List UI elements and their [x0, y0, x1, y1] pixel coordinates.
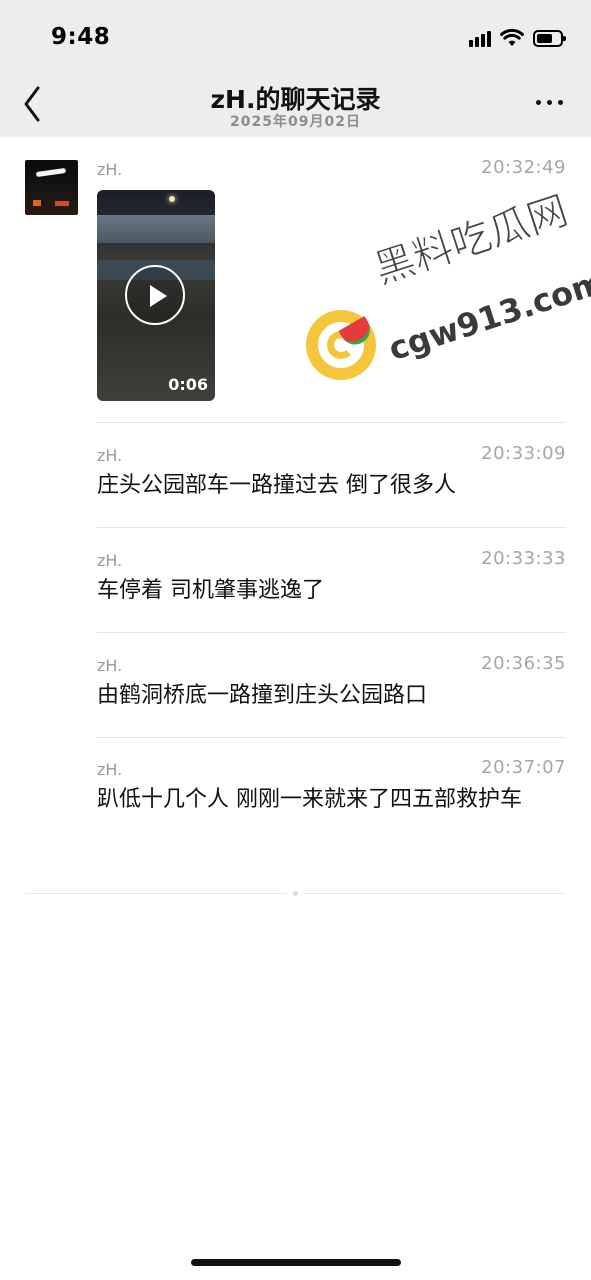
header-area: 9:48 zH.的聊天记录 2025年09月02日: [0, 0, 591, 137]
message-text: 庄头公园部车一路撞过去 倒了很多人: [97, 473, 456, 498]
message-time: 20:37:07: [481, 757, 566, 778]
status-icons: [469, 26, 566, 50]
message-sender: zH.: [97, 160, 123, 179]
message-text: 趴低十几个人 刚刚一来就来了四五部救护车: [97, 787, 522, 812]
divider: [97, 527, 566, 528]
message-sender: zH.: [97, 446, 123, 465]
message-text: 由鹤洞桥底一路撞到庄头公园路口: [97, 683, 428, 708]
message-sender: zH.: [97, 760, 123, 779]
page-subtitle-date: 2025年09月02日: [230, 114, 361, 130]
message-time: 20:36:35: [481, 653, 566, 674]
watermark-logo-icon: [306, 310, 376, 380]
divider: [97, 737, 566, 738]
watermark-text: 黑料吃瓜网: [369, 187, 574, 294]
end-divider-dot: [293, 891, 298, 896]
watermark-domain: cgw913.com: [384, 262, 591, 369]
message-time: 20:33:09: [481, 443, 566, 464]
avatar[interactable]: [25, 160, 78, 215]
video-duration: 0:06: [168, 375, 208, 394]
cellular-signal-icon: [469, 29, 491, 47]
more-button[interactable]: [536, 100, 563, 105]
end-divider-left: [25, 893, 287, 894]
watermark: 黑料吃瓜网 cgw913.com: [300, 187, 591, 390]
battery-icon: [533, 29, 566, 47]
wifi-icon: [500, 29, 524, 46]
message-time: 20:32:49: [481, 157, 566, 178]
ellipsis-icon: [536, 100, 541, 105]
end-divider-right: [304, 893, 566, 894]
play-icon[interactable]: [125, 265, 185, 325]
divider: [97, 632, 566, 633]
message-text: 车停着 司机肇事逃逸了: [97, 578, 324, 603]
message-sender: zH.: [97, 656, 123, 675]
video-thumbnail[interactable]: 0:06: [97, 190, 215, 401]
message-sender: zH.: [97, 551, 123, 570]
message-time: 20:33:33: [481, 548, 566, 569]
home-indicator[interactable]: [191, 1259, 401, 1266]
status-time: 9:48: [51, 24, 111, 50]
chat-history-screen: 9:48 zH.的聊天记录 2025年09月02日 zH. 20:32:49 0…: [0, 0, 591, 1280]
divider: [97, 422, 566, 423]
